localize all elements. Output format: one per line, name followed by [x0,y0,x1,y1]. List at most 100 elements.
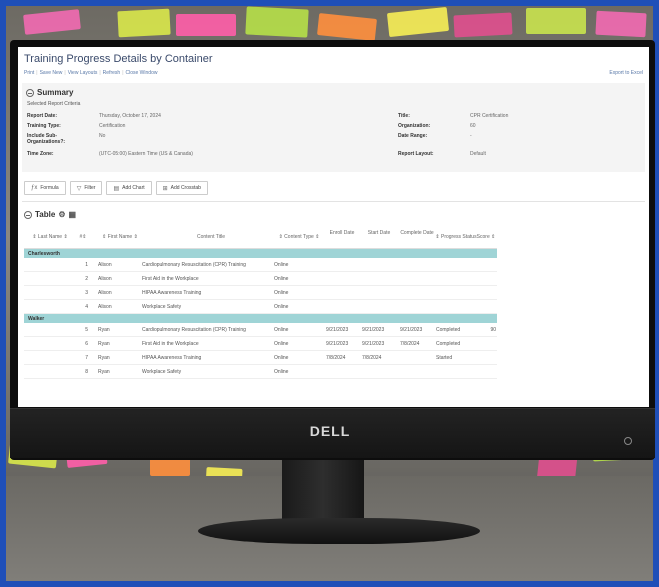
col-last-name[interactable]: ⇕ Last Name ⇕ [26,234,74,240]
summary-toggle[interactable]: Summary [26,88,73,97]
summary-heading: Summary [37,88,74,97]
cell-first: Ryan [98,369,110,375]
table-row[interactable]: 5 Ryan Cardiopulmonary Resuscitation (CPR)… [24,323,497,337]
save-new-link[interactable]: Save New [40,70,63,76]
cell-title: Cardiopulmonary Resuscitation (CPR) Trai… [142,327,246,333]
toolbar-separator: | [122,70,124,76]
cell-type: Online [274,341,289,347]
report-action-buttons: ƒx Formula ▽ Filter ▤ Add Chart ⊞ Add Crosst… [24,181,208,195]
training-type-value: Certification [99,123,126,129]
cell-title: Workplace Safety [142,369,182,375]
cell-num: 8 [85,369,88,375]
cell-status: Completed [436,341,461,347]
table-row[interactable]: 8 Ryan Workplace Safety Online [24,365,497,379]
cell-type: Online [274,369,289,375]
cell-start: 9/21/2023 [362,341,385,347]
cell-first: Ryan [98,355,110,361]
col-start-date[interactable]: Start Date [362,230,396,236]
cell-title: First Aid in the Workplace [142,341,199,347]
table-toggle[interactable]: Table ⚙ ▦ [24,210,76,219]
toolbar-separator: | [36,70,38,76]
cell-type: Online [274,290,289,296]
close-window-link[interactable]: Close Window [126,70,158,76]
col-progress-status[interactable]: ⇕ Progress Status [434,234,478,240]
cell-num: 3 [85,290,88,296]
summary-panel: Summary Selected Report Criteria Report … [22,83,645,172]
cell-enroll: 9/21/2023 [326,341,349,347]
sticky-note [245,6,309,38]
add-chart-button[interactable]: ▤ Add Chart [106,181,152,195]
table-row[interactable]: 4 Alison Workplace Safety Online [24,300,497,314]
col-enroll-date[interactable]: Enroll Date [326,230,358,236]
time-zone-label: Time Zone: [27,151,54,157]
report-layout-value: Default [470,151,486,157]
power-icon [624,437,632,445]
chart-icon: ▤ [113,185,120,192]
dell-logo: DELL [309,423,351,439]
filter-icon: ▽ [76,185,82,192]
sticky-note [453,12,513,38]
cell-first: Alison [98,276,112,282]
training-type-label: Training Type: [27,123,61,129]
table-row[interactable]: 1 Alison Cardiopulmonary Resuscitation (CP… [24,258,497,272]
print-link[interactable]: Print [24,70,34,76]
formula-button[interactable]: ƒx Formula [24,181,66,195]
cell-num: 4 [85,304,88,310]
refresh-link[interactable]: Refresh [103,70,121,76]
cell-title: First Aid in the Workplace [142,276,199,282]
sticky-note [176,14,236,36]
data-table: ⇕ Last Name ⇕ #⇕ ⇕ First Name ⇕ Content … [24,227,497,379]
collapse-icon [24,210,32,219]
include-sub-orgs-label: Include Sub-Organizations?: [27,133,66,145]
cell-num: 7 [85,355,88,361]
col-content-type[interactable]: ⇕ Content Type ⇕ [272,234,326,240]
cell-type: Online [274,327,289,333]
cell-score: 90 [490,327,496,333]
col-complete-date[interactable]: Complete Date [400,230,434,236]
table-row[interactable]: 2 Alison First Aid in the Workplace Online [24,272,497,286]
gear-icon[interactable]: ⚙ [58,210,65,219]
crosstab-icon: ⊞ [162,185,168,192]
cell-type: Online [274,262,289,268]
group-label: Walker [28,316,45,322]
page-title: Training Progress Details by Container [24,53,213,65]
report-date-label: Report Date: [27,113,58,119]
title-label: Title: [398,113,410,119]
cell-first: Alison [98,290,112,296]
table-row[interactable]: 3 Alison HIPAA Awareness Training Online [24,286,497,300]
summary-subheading: Selected Report Criteria [27,101,81,107]
cell-complete: 9/21/2023 [400,327,423,333]
table-row[interactable]: 6 Ryan First Aid in the Workplace Online 9/2… [24,337,497,351]
col-score[interactable]: Score ⇕ [476,234,496,240]
formula-icon: ƒx [31,185,38,191]
report-toolbar: Print | Save New | View Layouts | Refresh | … [24,70,157,76]
filter-button[interactable]: ▽ Filter [69,181,103,195]
export-to-excel-link[interactable]: Export to Excel [609,70,643,76]
col-number[interactable]: #⇕ [76,234,90,240]
cell-status: Started [436,355,453,361]
sticky-note [595,10,647,38]
cell-type: Online [274,304,289,310]
view-layouts-link[interactable]: View Layouts [68,70,98,76]
cell-num: 5 [85,327,88,333]
formula-label: Formula [40,185,59,191]
title-value: CPR Certification [470,113,509,119]
cell-first: Ryan [98,341,110,347]
table-row[interactable]: 7 Ryan HIPAA Awareness Training Online 7/8/2… [24,351,497,365]
monitor-stand-base [198,518,480,544]
column-chooser-icon[interactable]: ▦ [68,210,76,219]
report-date-value: Thursday, October 17, 2024 [99,113,161,119]
organization-label: Organization: [398,123,431,129]
cell-enroll: 9/21/2023 [326,327,349,333]
add-chart-label: Add Chart [122,185,145,191]
cell-first: Alison [98,262,112,268]
cell-num: 2 [85,276,88,282]
add-crosstab-button[interactable]: ⊞ Add Crosstab [155,181,208,195]
sticky-note [23,9,81,35]
app-screen: Training Progress Details by Container P… [18,47,649,407]
cell-enroll: 7/8/2024 [326,355,346,361]
sticky-note [117,8,171,38]
cell-start: 9/21/2023 [362,327,385,333]
col-first-name[interactable]: ⇕ First Name ⇕ [90,234,150,240]
col-content-title[interactable]: Content Title [150,234,272,240]
